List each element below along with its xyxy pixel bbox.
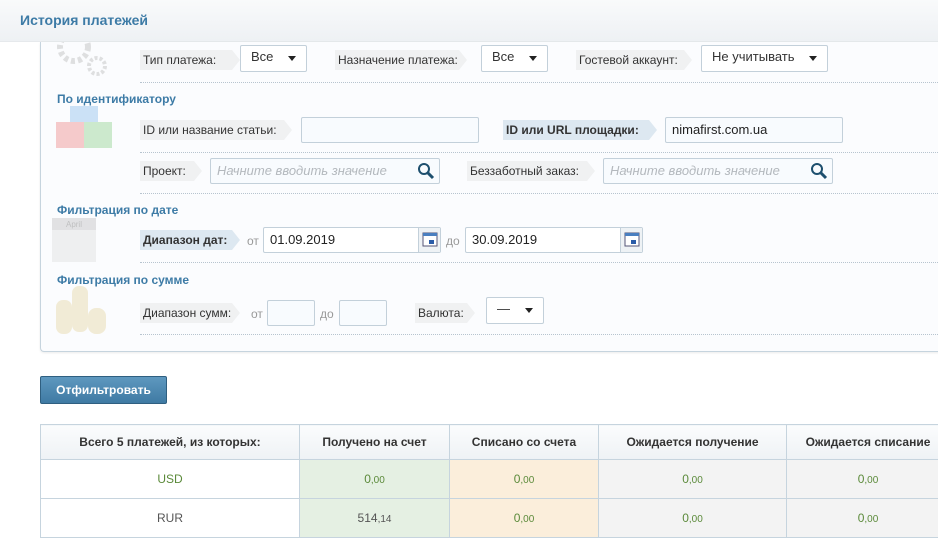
table-header-row: Всего 5 платежей, из которых: Получено н…	[40, 424, 938, 460]
date-to-label: до	[446, 234, 460, 248]
date-to-input[interactable]: 30.09.2019	[465, 227, 643, 253]
carefree-order-label: Беззаботный заказ:	[467, 161, 595, 181]
divider	[140, 152, 938, 153]
cubes-icon	[56, 106, 112, 148]
calendar-icon: April	[52, 218, 96, 262]
column-header: Всего 5 платежей, из которых:	[40, 424, 300, 460]
date-from-label: от	[247, 234, 259, 248]
date-to-value: 30.09.2019	[472, 232, 538, 247]
page-title: История платежей	[20, 12, 149, 28]
currency-cell: USD	[40, 459, 300, 499]
project-placeholder: Начните вводить значение	[217, 163, 387, 178]
sum-filter-title: Фильтрация по сумме	[57, 273, 190, 287]
guest-account-label: Гостевой аккаунт:	[576, 50, 692, 70]
calendar-icon	[624, 232, 640, 247]
currency-select[interactable]: —	[486, 297, 544, 324]
page-header: История платежей	[0, 0, 938, 42]
payment-purpose-label: Назначение платежа:	[335, 50, 467, 70]
column-header: Ожидается получение	[598, 424, 787, 460]
sum-to-label: до	[320, 307, 334, 321]
debited-cell: 0,00	[449, 498, 599, 538]
divider	[140, 262, 938, 263]
search-icon[interactable]	[417, 162, 435, 180]
article-id-input[interactable]	[301, 117, 479, 143]
payment-type-select[interactable]: Все	[240, 45, 307, 72]
column-header: Получено на счет	[299, 424, 450, 460]
project-input[interactable]: Начните вводить значение	[210, 158, 440, 184]
column-header: Списано со счета	[449, 424, 599, 460]
divider	[140, 82, 938, 83]
table-row: USD 0,00 0,00 0,00 0,00	[40, 459, 938, 499]
sum-range-label: Диапазон сумм:	[140, 303, 240, 323]
date-range-label: Диапазон дат:	[140, 230, 240, 250]
divider	[140, 193, 938, 194]
carefree-order-input[interactable]: Начните вводить значение	[603, 158, 833, 184]
pending-income-cell: 0,00	[598, 498, 787, 538]
calendar-icon-text: April	[66, 220, 82, 229]
debited-cell: 0,00	[449, 459, 599, 499]
divider	[140, 334, 938, 335]
sum-to-input[interactable]	[339, 300, 387, 326]
date-from-value: 01.09.2019	[270, 232, 336, 247]
calendar-icon	[422, 232, 438, 247]
payment-purpose-select[interactable]: Все	[481, 45, 548, 72]
column-header: Ожидается списание	[786, 424, 938, 460]
coins-icon	[56, 286, 106, 334]
summary-table: Всего 5 платежей, из которых: Получено н…	[40, 424, 938, 538]
received-cell: 0,00	[299, 459, 450, 499]
carefree-order-placeholder: Начните вводить значение	[610, 163, 780, 178]
gears-icon	[57, 42, 107, 76]
filter-button[interactable]: Отфильтровать	[40, 376, 167, 404]
pending-debit-cell: 0,00	[786, 459, 938, 499]
pending-debit-cell: 0,00	[786, 498, 938, 538]
project-label: Проект:	[140, 161, 202, 181]
site-id-label: ID или URL площадки:	[503, 120, 657, 140]
sum-from-label: от	[251, 307, 263, 321]
by-id-title: По идентификатору	[57, 92, 176, 106]
currency-cell: RUR	[40, 498, 300, 538]
guest-account-select[interactable]: Не учитывать	[701, 45, 828, 72]
sum-from-input[interactable]	[267, 300, 315, 326]
calendar-button[interactable]	[620, 228, 642, 252]
received-cell: 514,14	[299, 498, 450, 538]
payment-type-label: Тип платежа:	[140, 50, 240, 70]
search-icon[interactable]	[810, 162, 828, 180]
pending-income-cell: 0,00	[598, 459, 787, 499]
table-row: RUR 514,14 0,00 0,00 0,00	[40, 498, 938, 538]
site-id-input[interactable]: nimafirst.com.ua	[665, 117, 843, 143]
calendar-button[interactable]	[418, 228, 440, 252]
currency-label: Валюта:	[415, 303, 475, 323]
article-id-label: ID или название статьи:	[140, 120, 292, 140]
date-filter-title: Фильтрация по дате	[57, 203, 179, 217]
date-from-input[interactable]: 01.09.2019	[263, 227, 441, 253]
